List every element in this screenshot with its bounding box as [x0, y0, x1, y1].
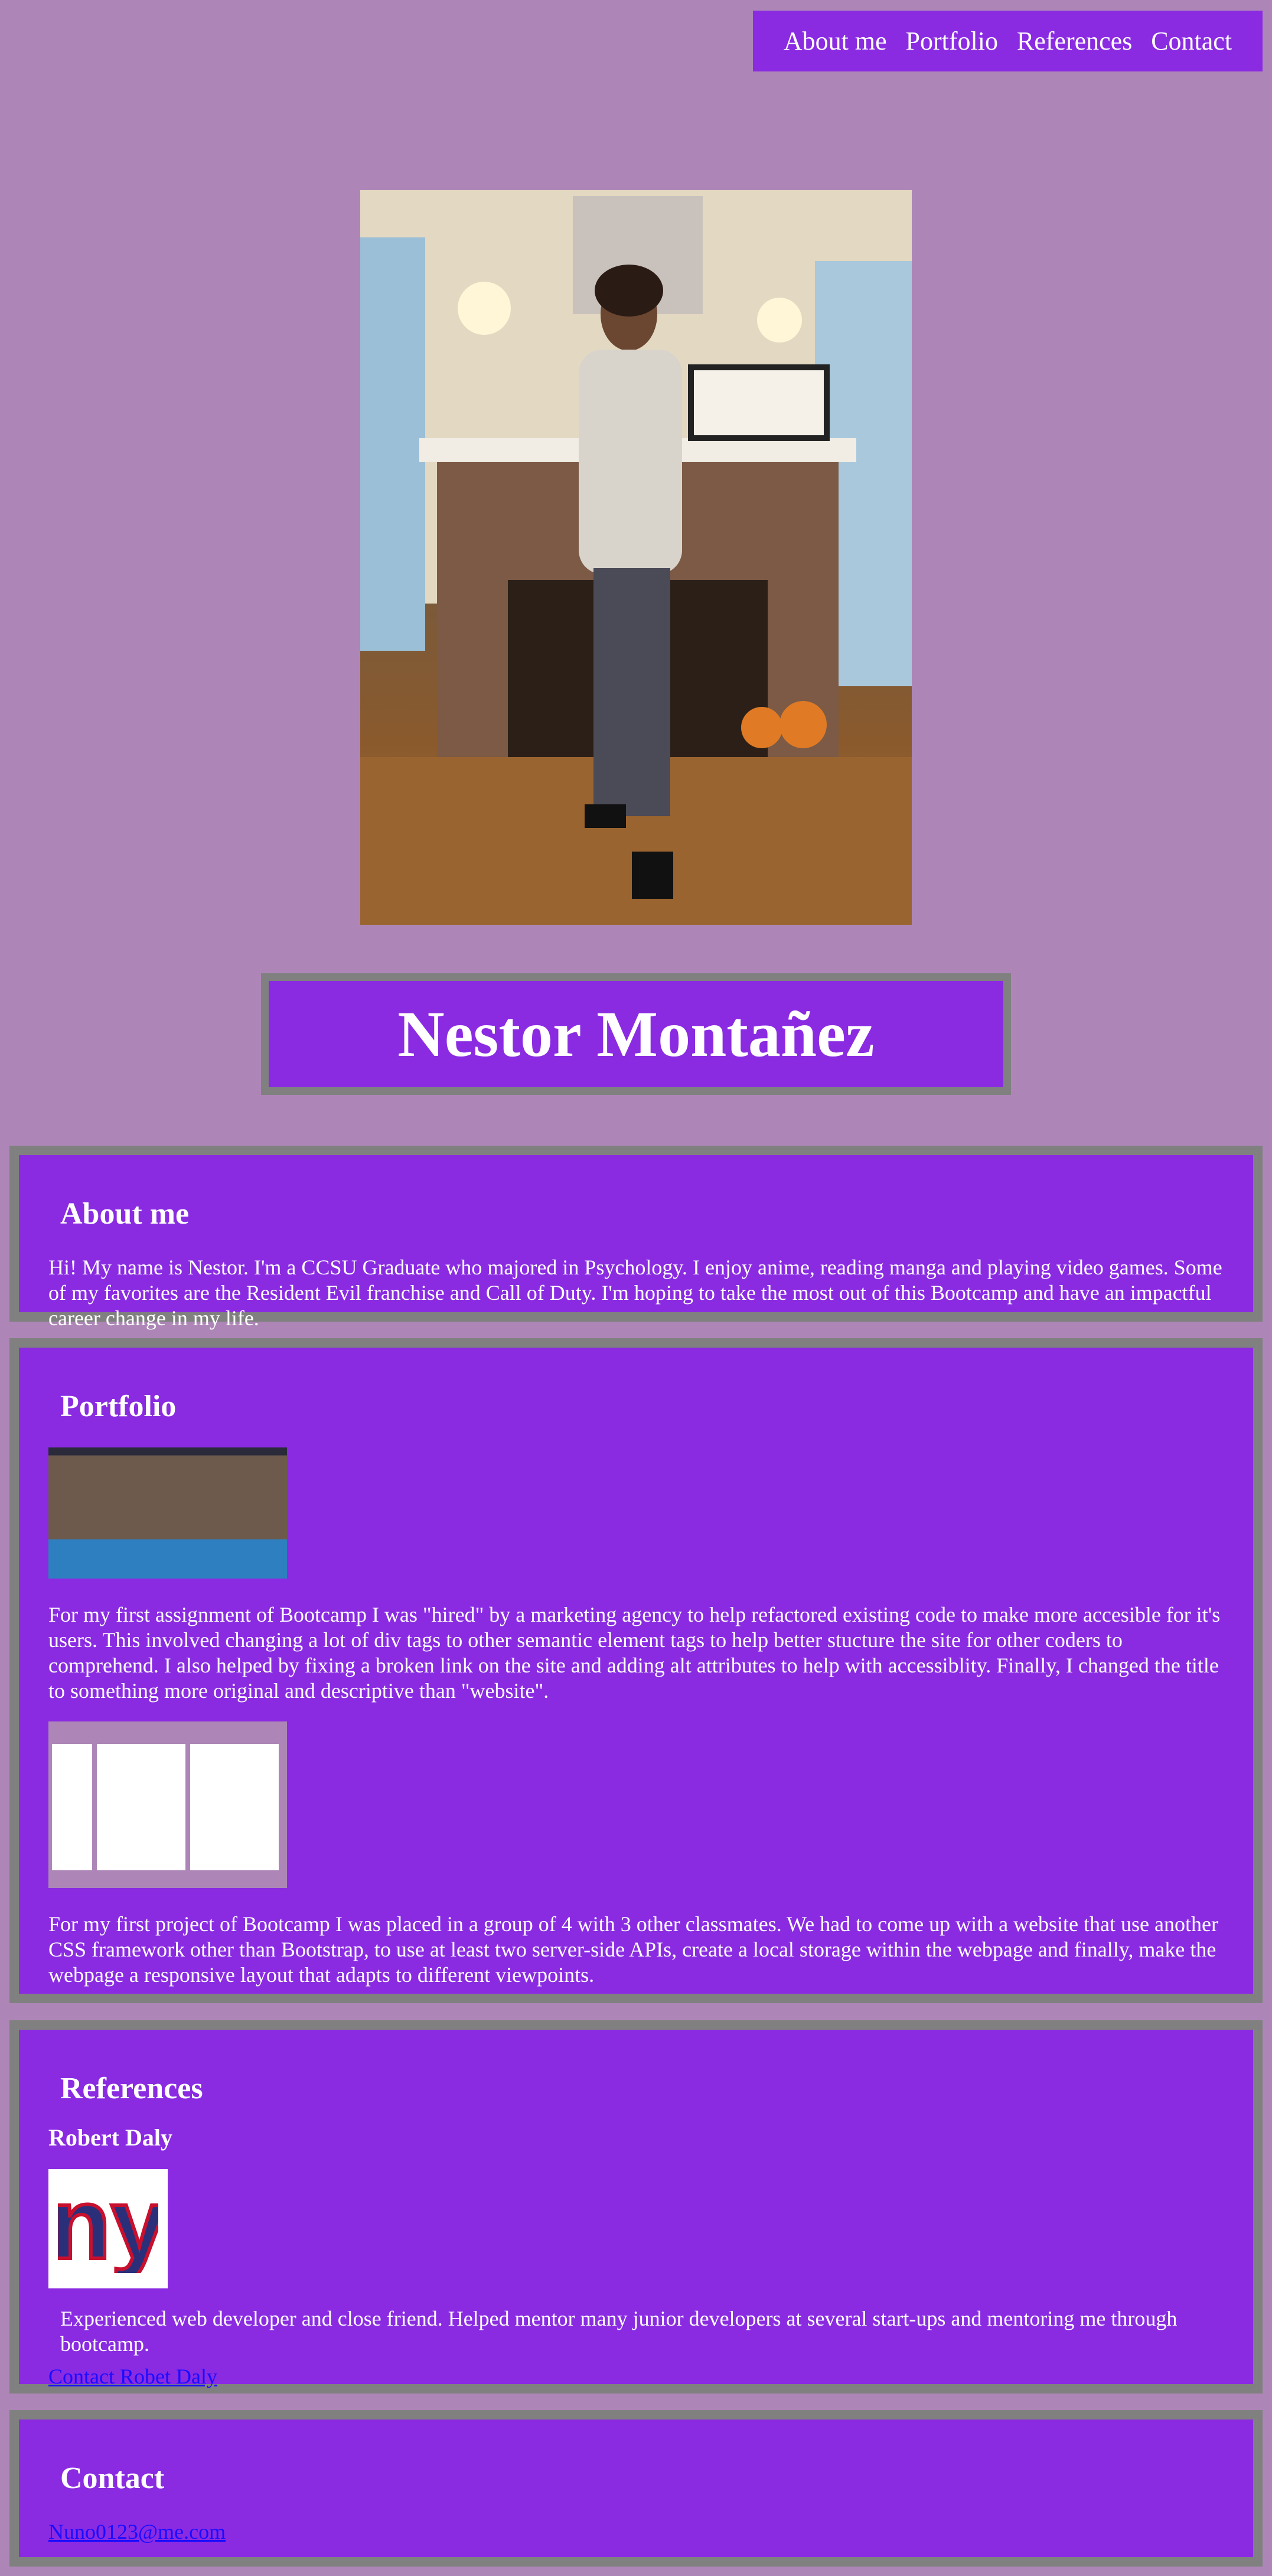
portfolio-section: Portfolio For my first assignment of Boo…: [9, 1338, 1263, 2003]
top-nav: About me Portfolio References Contact: [753, 11, 1263, 71]
page-title: Nestor Montañez: [397, 997, 875, 1070]
portfolio-text-1: For my first assignment of Bootcamp I wa…: [48, 1603, 1221, 1703]
contact-heading: Contact: [60, 2461, 165, 2495]
portfolio-heading: Portfolio: [60, 1390, 177, 1423]
contact-section: Contact Nuno0123@me.com: [9, 2410, 1263, 2567]
nav-contact[interactable]: Contact: [1151, 26, 1232, 56]
reference-text: Experienced web developer and close frie…: [60, 2307, 1178, 2356]
reference-name: Robert Daly: [48, 2124, 172, 2151]
name-banner: Nestor Montañez: [261, 973, 1011, 1095]
nav-references[interactable]: References: [1017, 26, 1132, 56]
nav-portfolio[interactable]: Portfolio: [906, 26, 998, 56]
about-text: Hi! My name is Nestor. I'm a CCSU Gradua…: [48, 1256, 1222, 1330]
person-photo-icon: [360, 190, 912, 925]
logo-text: ny: [58, 2184, 158, 2273]
references-heading: References: [60, 2072, 203, 2105]
profile-photo: [360, 190, 912, 925]
ny-giants-logo-icon: ny: [48, 2169, 168, 2288]
contact-email-link[interactable]: Nuno0123@me.com: [48, 2520, 226, 2544]
about-heading: About me: [60, 1197, 190, 1231]
about-section: About me Hi! My name is Nestor. I'm a CC…: [9, 1146, 1263, 1330]
portfolio-text-2: For my first project of Bootcamp I was p…: [48, 1912, 1218, 1987]
portfolio-screenshot-2: [48, 1721, 287, 1888]
nav-about[interactable]: About me: [784, 26, 887, 56]
contact-reference-link[interactable]: Contact Robet Daly: [48, 2364, 217, 2389]
references-section: References Robert Daly ny Experienced we…: [9, 2020, 1263, 2394]
portfolio-screenshot-1: [48, 1447, 287, 1579]
